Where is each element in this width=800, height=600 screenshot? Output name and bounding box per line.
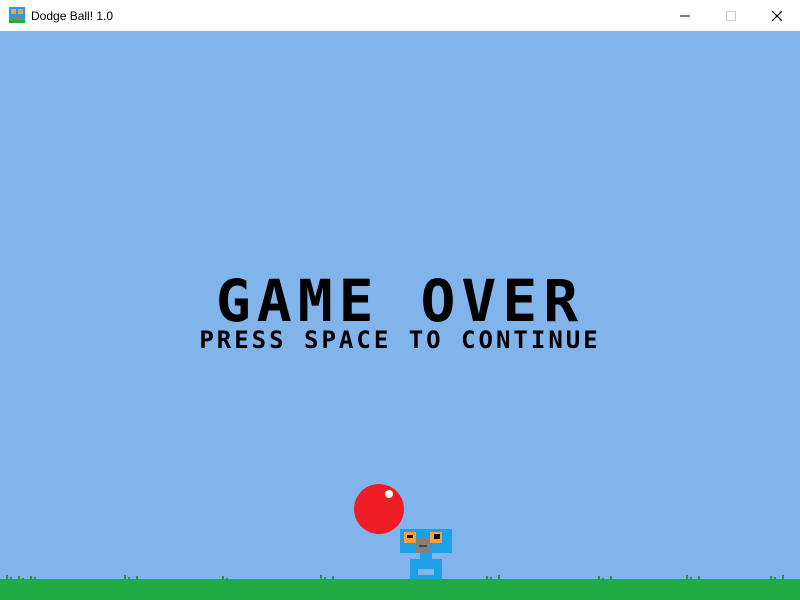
continue-prompt: PRESS SPACE TO CONTINUE <box>199 326 601 354</box>
close-icon <box>772 10 782 21</box>
ball-sprite <box>354 484 404 534</box>
window-title: Dodge Ball! 1.0 <box>31 9 114 23</box>
game-canvas[interactable]: GAME OVER PRESS SPACE TO CONTINUE <box>0 31 800 600</box>
game-window: Dodge Ball! 1.0 GAME OVER PRESS SPACE TO… <box>0 0 800 600</box>
title-bar[interactable]: Dodge Ball! 1.0 <box>0 0 800 31</box>
minimize-button[interactable] <box>662 0 708 31</box>
close-button[interactable] <box>754 0 800 31</box>
maximize-icon <box>726 10 736 21</box>
maximize-button[interactable] <box>708 0 754 31</box>
grass-tufts <box>6 575 784 581</box>
game-over-heading: GAME OVER <box>215 267 585 335</box>
app-icon <box>9 7 25 23</box>
minimize-icon <box>680 15 690 16</box>
